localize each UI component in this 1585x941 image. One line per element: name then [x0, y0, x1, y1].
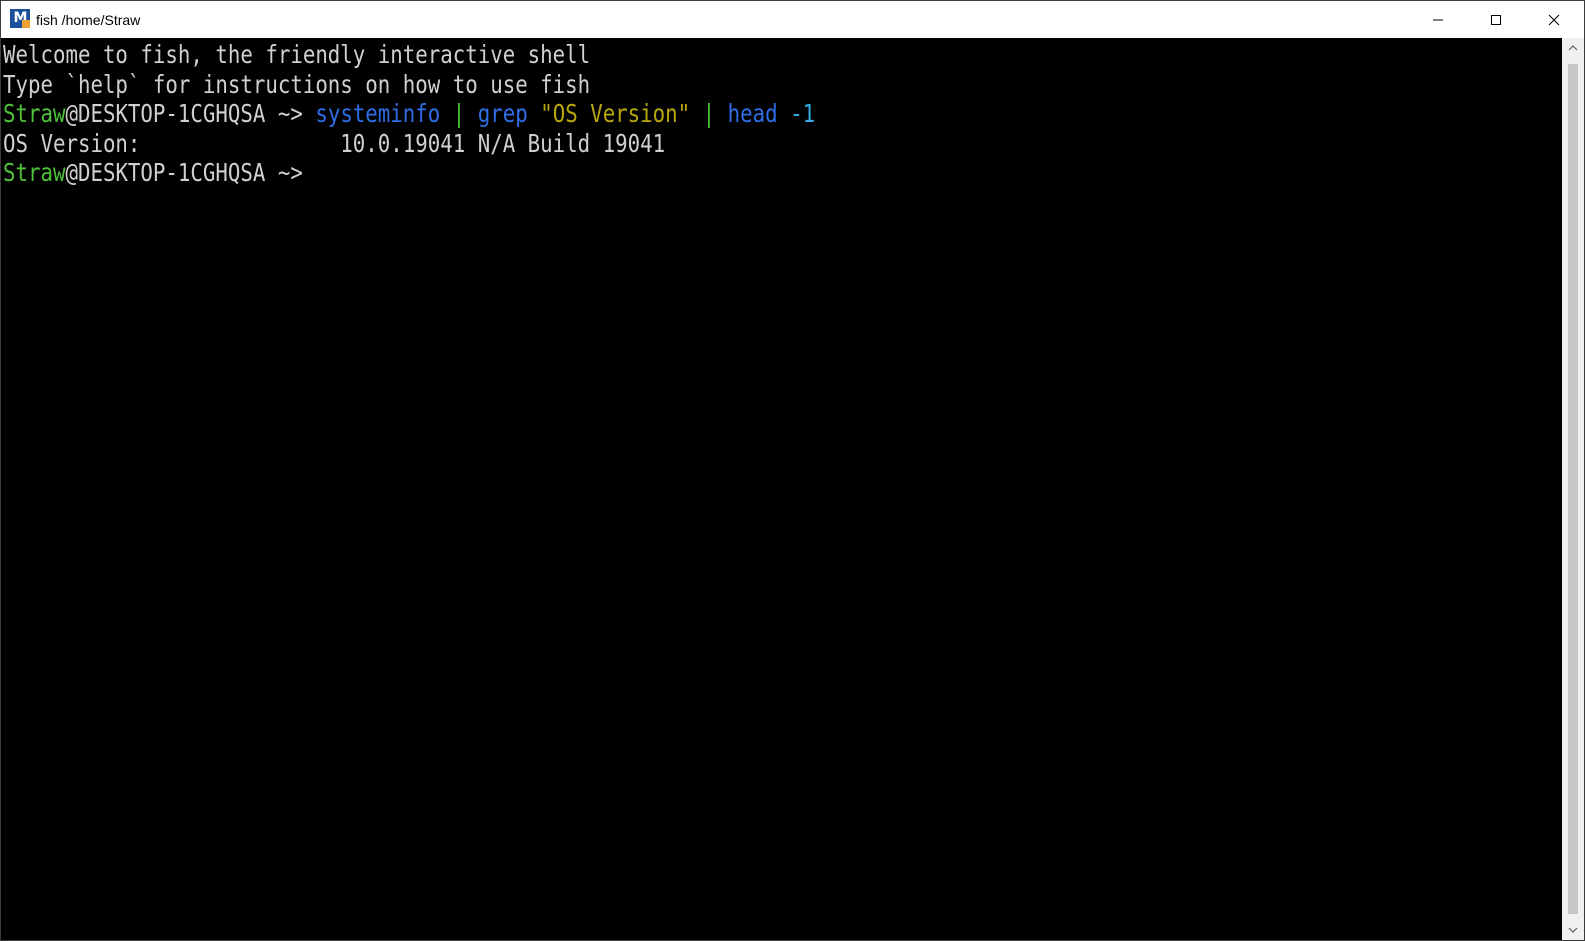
- grep-string-argument: "OS Version": [540, 99, 691, 129]
- prompt-host: @DESKTOP-1CGHQSA: [65, 99, 266, 129]
- command-output-line: OS Version: 10.0.19041 N/A Build 19041: [3, 128, 666, 158]
- option-space: [778, 99, 791, 128]
- app-icon[interactable]: M: [10, 9, 30, 28]
- welcome-line-2: Type `help` for instructions on how to u…: [3, 69, 591, 99]
- prompt-user: Straw: [3, 158, 66, 188]
- prompt-host: @DESKTOP-1CGHQSA: [65, 158, 266, 188]
- prompt-user: Straw: [3, 99, 66, 129]
- prompt-path: ~>: [265, 158, 303, 188]
- scrollbar-thumb[interactable]: [1568, 64, 1578, 914]
- close-icon: [1548, 14, 1560, 25]
- prompt-line-1: Straw@DESKTOP-1CGHQSA ~> systeminfo | gr…: [3, 99, 1299, 129]
- app-icon-badge: [22, 20, 30, 28]
- scroll-down-button[interactable]: [1562, 920, 1584, 940]
- scroll-up-button[interactable]: [1562, 38, 1584, 58]
- terminal-window: M fish /home/Straw Welcome to fish, the …: [0, 0, 1585, 941]
- welcome-line-1: Welcome to fish, the friendly interactiv…: [3, 40, 591, 69]
- terminal-output[interactable]: Welcome to fish, the friendly interactiv…: [1, 38, 1562, 940]
- chevron-up-icon: [1568, 45, 1578, 51]
- close-button[interactable]: [1525, 1, 1583, 38]
- command-space: [303, 99, 316, 128]
- maximize-button[interactable]: [1467, 1, 1525, 38]
- head-option: -1: [790, 99, 816, 129]
- command-head: head: [727, 99, 778, 129]
- minimize-button[interactable]: [1409, 1, 1467, 38]
- title-bar[interactable]: M fish /home/Straw: [1, 1, 1584, 38]
- command-systeminfo: systeminfo: [315, 99, 441, 129]
- maximize-icon: [1491, 14, 1501, 25]
- argument-space: [528, 99, 541, 128]
- minimize-icon: [1433, 19, 1443, 20]
- prompt-path: ~>: [265, 99, 303, 129]
- pipe-operator: |: [440, 99, 478, 129]
- window-title: fish /home/Straw: [36, 12, 141, 28]
- prompt-line-2[interactable]: Straw@DESKTOP-1CGHQSA ~>: [3, 158, 1299, 188]
- pipe-operator: |: [690, 99, 728, 129]
- vertical-scrollbar[interactable]: [1562, 38, 1584, 940]
- command-grep: grep: [477, 99, 528, 129]
- chevron-down-icon: [1568, 927, 1578, 933]
